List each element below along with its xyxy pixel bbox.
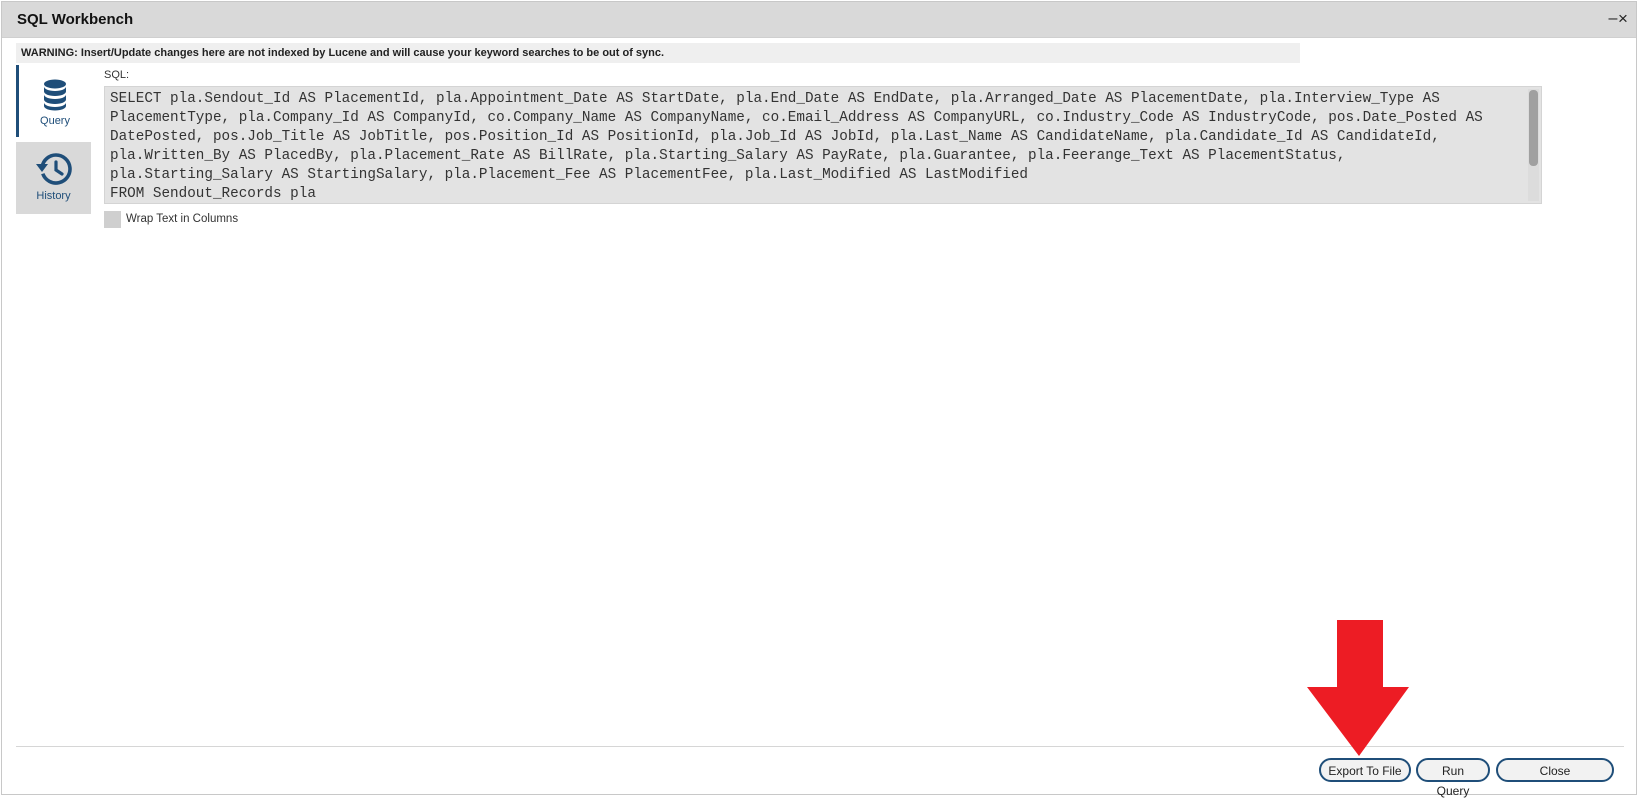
sync-warning-banner: WARNING: Insert/Update changes here are … — [16, 43, 1300, 63]
window-title: SQL Workbench — [17, 11, 134, 28]
sql-label: SQL: — [104, 69, 130, 81]
tab-query-label: Query — [40, 115, 70, 127]
wrap-text-label: Wrap Text in Columns — [126, 213, 239, 225]
tab-query[interactable]: Query — [16, 65, 91, 137]
sql-scrollbar-thumb[interactable] — [1529, 90, 1538, 166]
close-button[interactable]: Close — [1496, 758, 1614, 782]
sql-query-text[interactable]: SELECT pla.Sendout_Id AS PlacementId, pl… — [110, 90, 1515, 200]
history-icon — [35, 153, 72, 185]
tab-history-label: History — [36, 190, 71, 202]
tab-history[interactable]: History — [16, 142, 91, 214]
title-bar: SQL Workbench – × — [2, 2, 1636, 38]
sql-scrollbar[interactable] — [1528, 89, 1539, 201]
export-to-file-button[interactable]: Export To File — [1319, 758, 1411, 782]
sql-editor[interactable]: SELECT pla.Sendout_Id AS PlacementId, pl… — [104, 86, 1542, 204]
database-icon — [44, 79, 66, 111]
close-window-icon[interactable]: × — [1613, 8, 1633, 30]
wrap-text-checkbox[interactable] — [104, 211, 121, 228]
run-query-button[interactable]: Run Query — [1416, 758, 1490, 798]
annotation-arrow-icon — [1307, 620, 1409, 756]
